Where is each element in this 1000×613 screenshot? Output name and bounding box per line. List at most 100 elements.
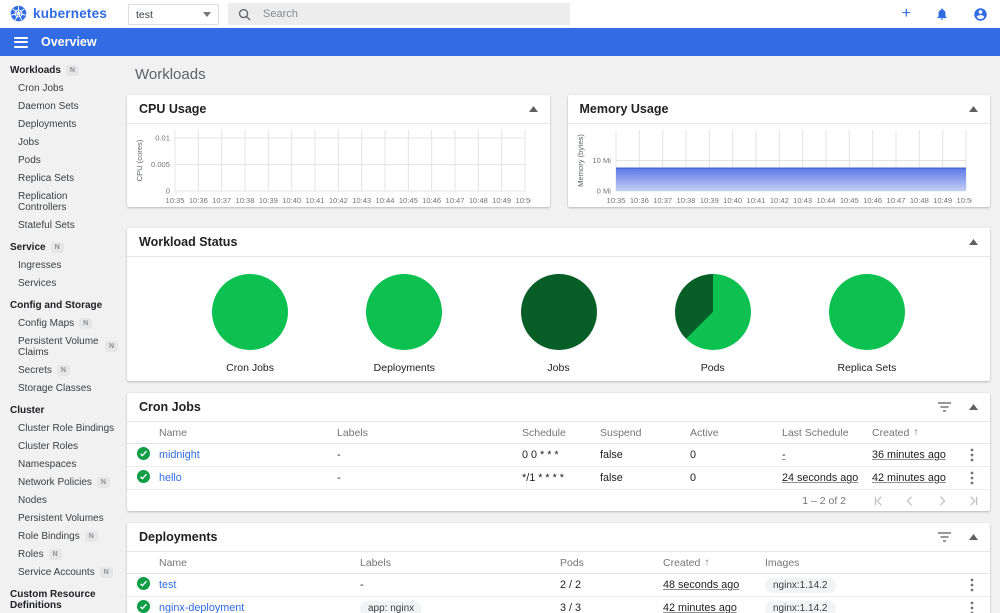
toolbar: Overview — [0, 28, 1000, 56]
collapse-button[interactable] — [969, 106, 978, 112]
row-menu-button[interactable] — [964, 601, 980, 613]
user-menu-button[interactable] — [973, 7, 988, 22]
column-header-active[interactable]: Active — [690, 427, 782, 439]
column-header-labels[interactable]: Labels — [337, 427, 522, 439]
resource-link[interactable]: midnight — [159, 449, 200, 461]
first-page-button[interactable] — [872, 495, 884, 507]
resource-link[interactable]: nginx-deployment — [159, 602, 244, 613]
column-header-created[interactable]: Created ↑ — [872, 427, 964, 439]
resource-link[interactable]: test — [159, 579, 176, 591]
sidebar-item-label: Persistent Volume Claims — [18, 335, 99, 358]
check-circle-icon — [137, 470, 150, 483]
svg-text:10:36: 10:36 — [629, 196, 648, 205]
chevron-right-icon — [939, 495, 946, 506]
sidebar-item-config-maps[interactable]: Config Maps N — [0, 314, 122, 332]
svg-text:10:37: 10:37 — [653, 196, 672, 205]
column-header-images[interactable]: Images — [765, 557, 964, 569]
sidebar-group-config-and-storage[interactable]: Config and Storage — [0, 296, 122, 314]
sidebar-nav: Workloads N Cron Jobs Daemon Sets Deployment… — [0, 56, 122, 613]
namespaced-badge: N — [48, 548, 62, 560]
column-header-name[interactable]: Name — [159, 557, 360, 569]
collapse-button[interactable] — [528, 106, 538, 112]
collapse-button[interactable] — [969, 534, 978, 540]
toolbar-title: Overview — [41, 35, 97, 49]
last-page-button[interactable] — [968, 495, 980, 507]
table-row: test - 2 / 2 48 seconds ago nginx:1.14.2 — [127, 574, 990, 597]
previous-page-button[interactable] — [904, 495, 916, 507]
kubernetes-logo[interactable]: kubernetes — [10, 5, 107, 22]
sidebar-item-replication-controllers[interactable]: Replication Controllers — [0, 187, 122, 216]
sidebar-item-replica-sets[interactable]: Replica Sets — [0, 169, 122, 187]
sidebar-item-services[interactable]: Services — [0, 274, 122, 292]
sidebar-item-ingresses[interactable]: Ingresses — [0, 256, 122, 274]
column-header-label: Last Schedule — [782, 426, 849, 439]
row-menu-button[interactable] — [964, 471, 980, 485]
replica-sets-pie-chart — [828, 274, 905, 350]
sidebar-item-label: Cluster Roles — [18, 440, 79, 452]
column-header-name[interactable]: Name — [159, 427, 337, 439]
sidebar-group-service[interactable]: Service N — [0, 238, 122, 256]
sidebar-item-namespaces[interactable]: Namespaces — [0, 455, 122, 473]
svg-text:10:48: 10:48 — [909, 196, 928, 205]
namespaced-badge: N — [99, 566, 113, 578]
sidebar-item-roles[interactable]: Roles N — [0, 545, 122, 563]
sidebar-item-persistent-volume-claims[interactable]: Persistent Volume Claims N — [0, 332, 122, 361]
sidebar-item-deployments[interactable]: Deployments — [0, 115, 122, 133]
search-input[interactable]: Search — [228, 3, 570, 25]
sidebar-item-network-policies[interactable]: Network Policies N — [0, 473, 122, 491]
sidebar-item-label: Stateful Sets — [18, 219, 75, 231]
sidebar-item-nodes[interactable]: Nodes — [0, 491, 122, 509]
column-header-schedule[interactable]: Schedule — [522, 427, 600, 439]
table-row: nginx-deployment app: nginx 3 / 3 42 minute… — [127, 597, 990, 613]
svg-text:10:44: 10:44 — [816, 196, 835, 205]
table-header-row: Name Labels Pods Created ↑ Images — [127, 552, 990, 574]
create-resource-button[interactable]: + — [902, 6, 911, 22]
next-page-button[interactable] — [936, 495, 948, 507]
app-header: kubernetes test Search + — [0, 0, 1000, 28]
column-header-labels[interactable]: Labels — [360, 557, 560, 569]
time-cell: 42 minutes ago — [663, 602, 765, 613]
row-menu-button[interactable] — [964, 448, 980, 462]
notifications-button[interactable] — [935, 7, 949, 21]
sidebar-item-cluster-role-bindings[interactable]: Cluster Role Bindings — [0, 419, 122, 437]
row-menu-button[interactable] — [964, 578, 980, 592]
status-item-jobs: Jobs — [481, 274, 635, 374]
table-cell: 0 — [690, 449, 697, 461]
sidebar-item-secrets[interactable]: Secrets N — [0, 361, 122, 379]
sidebar-item-label: Cluster Role Bindings — [18, 422, 115, 434]
column-header-pods[interactable]: Pods — [560, 557, 663, 569]
sidebar-item-cron-jobs[interactable]: Cron Jobs — [0, 79, 122, 97]
column-header-last-schedule[interactable]: Last Schedule — [782, 427, 872, 439]
column-header-created[interactable]: Created ↑ — [663, 557, 765, 569]
sidebar-item-cluster-roles[interactable]: Cluster Roles — [0, 437, 122, 455]
sidebar-item-role-bindings[interactable]: Role Bindings N — [0, 527, 122, 545]
card-title: Deployments — [139, 530, 218, 544]
cpu-usage-card: CPU Usage 10:35 10:36 10:37 10:38 10:39 10:40… — [127, 95, 550, 207]
cpu-usage-plot: 10:35 10:36 10:37 10:38 10:39 10:40 10:41 10:42… — [135, 130, 535, 205]
sidebar-item-storage-classes[interactable]: Storage Classes — [0, 379, 122, 397]
sidebar-group-custom-resource-definitions[interactable]: Custom Resource Definitions — [0, 585, 122, 613]
sidebar-item-stateful-sets[interactable]: Stateful Sets — [0, 216, 122, 234]
sidebar-item-daemon-sets[interactable]: Daemon Sets — [0, 97, 122, 115]
sidebar-group-cluster[interactable]: Cluster — [0, 401, 122, 419]
namespaced-badge: N — [84, 530, 98, 542]
filter-button[interactable] — [938, 532, 951, 542]
sidebar-group-workloads[interactable]: Workloads N — [0, 61, 122, 79]
column-header-label: Name — [159, 556, 188, 569]
sidebar-item-label: Pods — [18, 154, 41, 166]
sidebar-item-jobs[interactable]: Jobs — [0, 133, 122, 151]
resource-link[interactable]: hello — [159, 472, 182, 484]
column-header-suspend[interactable]: Suspend — [600, 427, 690, 439]
sidebar-item-pods[interactable]: Pods — [0, 151, 122, 169]
collapse-button[interactable] — [969, 404, 978, 410]
sidebar-group-label: Workloads — [10, 65, 61, 76]
namespace-selector[interactable]: test — [128, 4, 219, 25]
column-header-label: Suspend — [600, 426, 642, 439]
label-chip: nginx:1.14.2 — [765, 577, 836, 593]
filter-button[interactable] — [938, 402, 951, 412]
collapse-button[interactable] — [969, 239, 978, 245]
sidebar-item-persistent-volumes[interactable]: Persistent Volumes — [0, 509, 122, 527]
menu-icon[interactable] — [14, 34, 28, 50]
svg-text:10:45: 10:45 — [839, 196, 858, 205]
sidebar-item-service-accounts[interactable]: Service Accounts N — [0, 563, 122, 581]
